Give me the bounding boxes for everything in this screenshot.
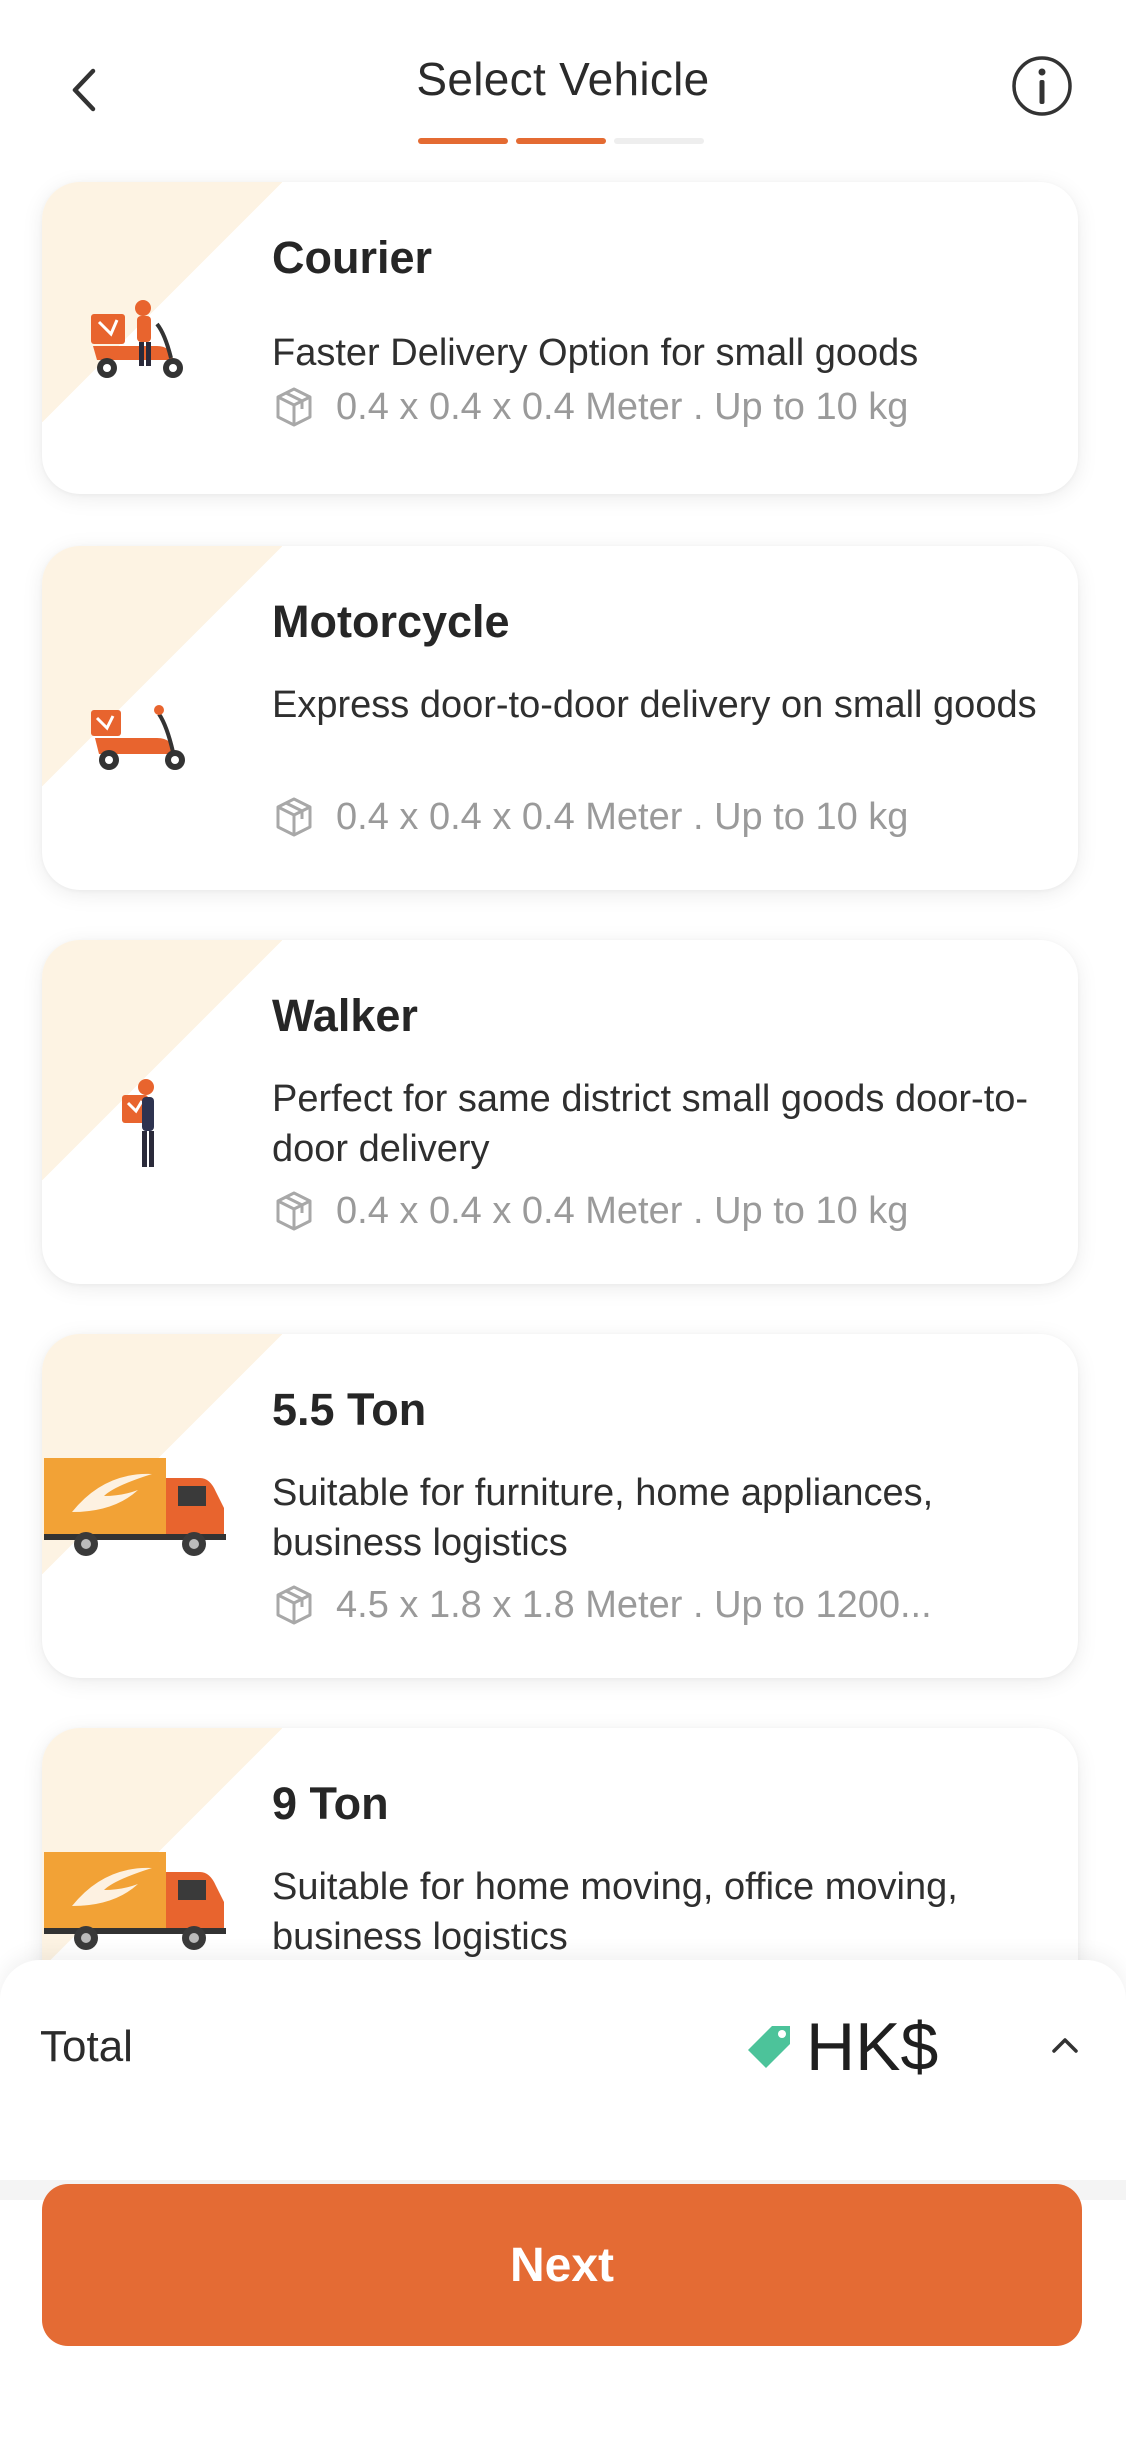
vehicle-spec: 0.4 x 0.4 x 0.4 Meter . Up to 10 kg — [272, 1186, 1062, 1236]
info-button[interactable] — [1008, 52, 1076, 120]
package-box-icon — [276, 387, 312, 427]
vehicle-description: Suitable for home moving, office moving,… — [272, 1866, 958, 1958]
vehicle-description: Express door-to-door delivery on small g… — [272, 684, 1037, 726]
progress-step — [614, 138, 704, 144]
vehicle-description: Suitable for furniture, home appliances,… — [272, 1472, 934, 1564]
vehicle-card-5-5-ton[interactable]: 5.5 Ton Suitable for furniture, home app… — [42, 1334, 1078, 1678]
info-icon — [1012, 56, 1072, 116]
progress-step — [516, 138, 606, 144]
vehicle-spec-text: 4.5 x 1.8 x 1.8 Meter . Up to 1200... — [336, 1583, 932, 1626]
vehicle-name: 9 Ton — [272, 1778, 389, 1829]
truck-icon — [42, 1446, 232, 1566]
truck-icon — [42, 1840, 232, 1960]
package-box-icon — [276, 1585, 312, 1625]
top-bar: Select Vehicle — [0, 0, 1126, 170]
vehicle-description: Perfect for same district small goods do… — [272, 1078, 1029, 1170]
page-title: Select Vehicle — [416, 53, 710, 105]
vehicle-name: Motorcycle — [272, 596, 510, 647]
vehicle-card-walker[interactable]: Walker Perfect for same district small g… — [42, 940, 1078, 1284]
vehicle-description: Faster Delivery Option for small goods — [272, 332, 919, 374]
progress-step — [418, 138, 508, 144]
chevron-up-icon — [1052, 2038, 1078, 2053]
package-box-icon — [276, 797, 312, 837]
motorcycle-icon — [42, 686, 242, 786]
vehicle-name: 5.5 Ton — [272, 1384, 427, 1435]
vehicle-list: Courier Faster Delivery Option for small… — [0, 0, 1126, 1960]
courier-scooter-icon — [42, 292, 242, 392]
vehicle-name: Walker — [272, 990, 418, 1041]
vehicle-spec-text: 0.4 x 0.4 x 0.4 Meter . Up to 10 kg — [336, 795, 909, 838]
vehicle-card-9-ton[interactable]: 9 Ton Suitable for home moving, office m… — [42, 1728, 1078, 1960]
next-button[interactable]: Next — [42, 2184, 1082, 2346]
vehicle-spec: 4.5 x 1.8 x 1.8 Meter . Up to 1200... — [272, 1580, 1062, 1630]
package-box-icon — [276, 1191, 312, 1231]
vehicle-card-courier[interactable]: Courier Faster Delivery Option for small… — [42, 182, 1078, 494]
total-panel: Total HK$ Next — [0, 1960, 1126, 2437]
total-label: Total — [40, 2022, 133, 2071]
walker-icon — [42, 1070, 242, 1180]
step-progress — [418, 138, 704, 144]
total-price: HK$ — [806, 2009, 939, 2085]
vehicle-spec: 0.4 x 0.4 x 0.4 Meter . Up to 10 kg — [272, 382, 1062, 432]
vehicle-spec: 0.4 x 0.4 x 0.4 Meter . Up to 10 kg — [272, 792, 1062, 842]
vehicle-spec-text: 0.4 x 0.4 x 0.4 Meter . Up to 10 kg — [336, 385, 909, 428]
vehicle-card-motorcycle[interactable]: Motorcycle Express door-to-door delivery… — [42, 546, 1078, 890]
vehicle-spec-text: 0.4 x 0.4 x 0.4 Meter . Up to 10 kg — [336, 1189, 909, 1232]
expand-total-button[interactable] — [1040, 2020, 1090, 2070]
vehicle-name: Courier — [272, 232, 433, 283]
price-tag-icon — [748, 2026, 790, 2068]
